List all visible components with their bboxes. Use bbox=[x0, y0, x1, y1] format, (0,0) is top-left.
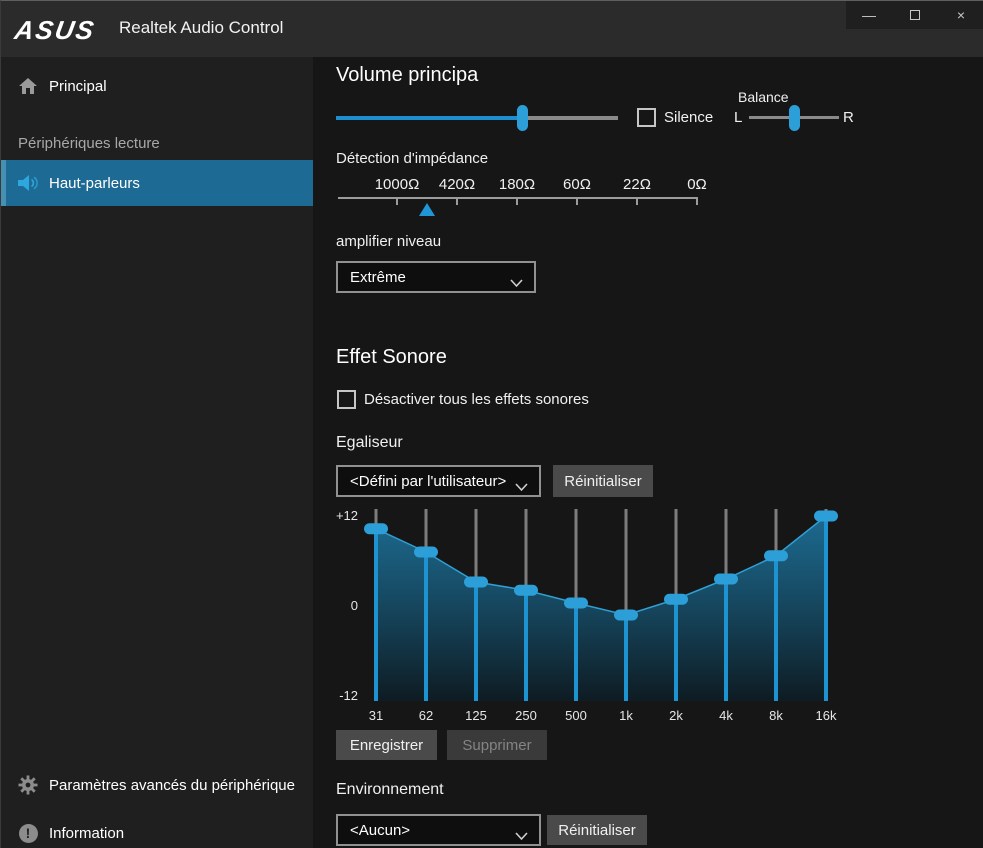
environment-value: <Aucun> bbox=[350, 822, 410, 839]
volume-slider[interactable] bbox=[336, 105, 618, 131]
environment-label: Environnement bbox=[336, 781, 444, 799]
impedance-label: Détection d'impédance bbox=[336, 150, 488, 167]
sidebar-item-label: Information bbox=[49, 825, 124, 842]
eq-frequency-label: 2k bbox=[651, 708, 701, 723]
eq-frequency-label: 1k bbox=[601, 708, 651, 723]
impedance-pointer-icon bbox=[419, 203, 435, 216]
volume-section-title: Volume principa bbox=[336, 64, 478, 87]
impedance-scale: 1000Ω420Ω180Ω60Ω22Ω0Ω bbox=[338, 176, 698, 220]
minimize-icon: — bbox=[862, 7, 876, 23]
impedance-scale-label: 180Ω bbox=[487, 176, 547, 193]
impedance-scale-tick bbox=[576, 197, 578, 205]
equalizer-reset-button[interactable]: Réinitialiser bbox=[553, 465, 653, 497]
balance-label: Balance bbox=[738, 89, 789, 105]
sidebar-section-playback-devices: Périphériques lecture bbox=[18, 135, 160, 152]
impedance-scale-tick bbox=[456, 197, 458, 205]
amplifier-level-value: Extrême bbox=[350, 269, 406, 286]
impedance-scale-tick bbox=[636, 197, 638, 205]
silence-label: Silence bbox=[664, 109, 713, 126]
disable-effects-label: Désactiver tous les effets sonores bbox=[364, 391, 589, 408]
impedance-scale-label: 60Ω bbox=[547, 176, 607, 193]
eq-y-axis-label: 0 bbox=[333, 598, 358, 613]
chevron-down-icon bbox=[515, 828, 528, 845]
speaker-icon bbox=[17, 174, 39, 192]
sidebar-item-label: Principal bbox=[49, 78, 107, 95]
equalizer-label: Egaliseur bbox=[336, 434, 403, 452]
volume-slider-fill bbox=[336, 116, 522, 120]
sidebar-item-label: Haut-parleurs bbox=[49, 175, 140, 192]
sidebar-item-label: Paramètres avancés du périphérique bbox=[49, 777, 295, 794]
eq-frequency-label: 62 bbox=[401, 708, 451, 723]
balance-slider-thumb[interactable] bbox=[789, 105, 800, 131]
impedance-scale-tick bbox=[516, 197, 518, 205]
equalizer-preset-value: <Défini par l'utilisateur> bbox=[350, 473, 506, 490]
eq-band-thumb[interactable] bbox=[514, 585, 538, 596]
equalizer-chart[interactable]: +120-1231621252505001k2k4k8k16k bbox=[336, 506, 841, 726]
app-title: Realtek Audio Control bbox=[119, 18, 283, 38]
sidebar-item-principal[interactable]: Principal bbox=[1, 65, 313, 107]
eq-band-thumb[interactable] bbox=[414, 547, 438, 558]
sidebar: Principal Périphériques lecture Haut-par… bbox=[1, 57, 313, 848]
silence-checkbox[interactable] bbox=[637, 108, 656, 127]
eq-y-axis-label: -12 bbox=[333, 688, 358, 703]
main-panel: Volume principa Silence Balance L R Déte… bbox=[313, 57, 983, 848]
impedance-scale-tick bbox=[696, 197, 698, 205]
sound-effect-title: Effet Sonore bbox=[336, 346, 447, 369]
maximize-button[interactable] bbox=[892, 1, 938, 29]
eq-frequency-label: 4k bbox=[701, 708, 751, 723]
title-bar: ASUS Realtek Audio Control — × bbox=[1, 1, 983, 57]
eq-band-thumb[interactable] bbox=[764, 550, 788, 561]
impedance-scale-label: 22Ω bbox=[607, 176, 667, 193]
chevron-down-icon bbox=[515, 479, 528, 496]
sidebar-item-information[interactable]: ! Information bbox=[1, 819, 313, 847]
eq-frequency-label: 125 bbox=[451, 708, 501, 723]
eq-band-thumb[interactable] bbox=[364, 523, 388, 534]
asus-logo: ASUS bbox=[12, 15, 98, 46]
minimize-button[interactable]: — bbox=[846, 1, 892, 29]
equalizer-save-button[interactable]: Enregistrer bbox=[336, 730, 437, 760]
eq-band-thumb[interactable] bbox=[464, 577, 488, 588]
impedance-scale-label: 0Ω bbox=[667, 176, 727, 193]
eq-frequency-label: 16k bbox=[801, 708, 851, 723]
balance-slider[interactable] bbox=[749, 105, 839, 131]
eq-frequency-label: 250 bbox=[501, 708, 551, 723]
impedance-scale-line bbox=[338, 197, 698, 199]
gear-icon bbox=[17, 775, 39, 795]
eq-band-thumb[interactable] bbox=[664, 594, 688, 605]
eq-band-thumb[interactable] bbox=[714, 574, 738, 585]
eq-band-thumb[interactable] bbox=[564, 598, 588, 609]
amplifier-level-select[interactable]: Extrême bbox=[336, 261, 536, 293]
eq-frequency-label: 8k bbox=[751, 708, 801, 723]
balance-left-label: L bbox=[734, 109, 742, 126]
amplifier-level-label: amplifier niveau bbox=[336, 233, 441, 250]
environment-reset-button[interactable]: Réinitialiser bbox=[547, 815, 647, 845]
environment-select[interactable]: <Aucun> bbox=[336, 814, 541, 846]
eq-band-thumb[interactable] bbox=[614, 610, 638, 621]
chevron-down-icon bbox=[510, 275, 523, 292]
maximize-icon bbox=[910, 10, 920, 20]
app-window: ASUS Realtek Audio Control — × Principal… bbox=[0, 0, 983, 848]
eq-y-axis-label: +12 bbox=[333, 508, 358, 523]
info-icon: ! bbox=[17, 824, 39, 843]
close-button[interactable]: × bbox=[938, 1, 983, 29]
home-icon bbox=[17, 77, 39, 95]
close-icon: × bbox=[957, 7, 965, 23]
eq-band-thumb[interactable] bbox=[814, 511, 838, 522]
balance-right-label: R bbox=[843, 109, 854, 126]
disable-effects-checkbox[interactable] bbox=[337, 390, 356, 409]
eq-frequency-label: 31 bbox=[351, 708, 401, 723]
equalizer-preset-select[interactable]: <Défini par l'utilisateur> bbox=[336, 465, 541, 497]
sidebar-item-speakers[interactable]: Haut-parleurs bbox=[1, 160, 313, 206]
impedance-scale-tick bbox=[396, 197, 398, 205]
impedance-scale-label: 420Ω bbox=[427, 176, 487, 193]
sidebar-item-advanced-settings[interactable]: Paramètres avancés du périphérique bbox=[1, 771, 313, 799]
impedance-scale-label: 1000Ω bbox=[367, 176, 427, 193]
volume-slider-thumb[interactable] bbox=[517, 105, 528, 131]
window-controls: — × bbox=[846, 1, 983, 29]
eq-frequency-label: 500 bbox=[551, 708, 601, 723]
equalizer-delete-button[interactable]: Supprimer bbox=[447, 730, 547, 760]
